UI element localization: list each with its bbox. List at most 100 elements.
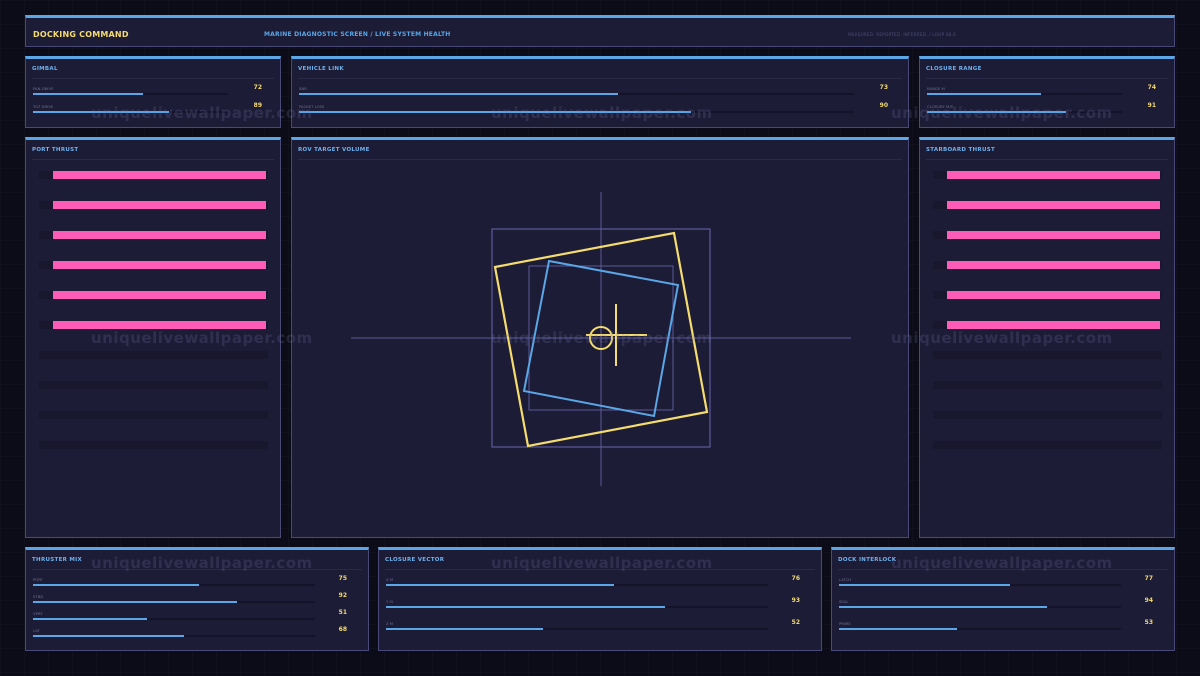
metric-value: 94	[1144, 597, 1153, 604]
metric-fill-bar	[33, 584, 200, 586]
thrust-level-bar	[53, 231, 266, 239]
gimbal-panel: GIMBAL PAN DRIVE 72 TILT DRIVE 89	[25, 56, 281, 128]
panel-title: GIMBAL	[32, 66, 58, 72]
rov-target-panel: ROV TARGET VOLUME	[291, 137, 909, 538]
metric-row: SEAL 94	[839, 597, 1153, 611]
panel-title: CLOSURE RANGE	[926, 66, 982, 72]
metric-value: 74	[1147, 84, 1156, 91]
metric-track	[33, 601, 315, 603]
metric-fill-bar	[299, 111, 692, 113]
metric-label: PAN DRIVE	[33, 86, 54, 91]
thruster-mix-panel: THRUSTER MIX PORT 75 STBD 92 VERT 51 LAT 68	[25, 547, 369, 651]
metric-track	[33, 635, 315, 637]
metric-label: STBD	[33, 594, 44, 599]
thrust-level-bar	[947, 291, 1160, 299]
closure-vector-panel: CLOSURE VECTOR X M 76 Y M 93 Z M 52	[378, 547, 822, 651]
thrust-slot	[933, 351, 1162, 359]
dock-interlock-panel: DOCK INTERLOCK LATCH 77 SEAL 94 PRIME 53	[831, 547, 1175, 651]
thrust-slot	[933, 291, 1162, 299]
thrust-level-bar	[947, 171, 1160, 179]
metric-label: SEAL	[839, 599, 849, 604]
metric-track	[927, 111, 1122, 113]
metric-track	[33, 111, 228, 113]
header-bar: DOCKING COMMAND MARINE DIAGNOSTIC SCREEN…	[25, 15, 1175, 47]
metric-track	[33, 93, 228, 95]
metric-row: PORT 75	[33, 575, 347, 589]
metric-label: TILT DRIVE	[33, 104, 54, 109]
metric-fill-bar	[33, 93, 144, 95]
metric-track	[839, 628, 1121, 630]
metric-value: 76	[791, 575, 800, 582]
thrust-slot	[933, 381, 1162, 389]
metric-row: PACKET LOSS 90	[299, 102, 888, 116]
panel-title: PORT THRUST	[32, 147, 79, 153]
metric-value: 91	[1147, 102, 1156, 109]
divider	[298, 78, 902, 79]
starboard-thrust-panel: STARBOARD THRUST	[919, 137, 1175, 538]
divider	[32, 569, 362, 570]
metric-track	[386, 584, 768, 586]
metric-value: 72	[253, 84, 262, 91]
thrust-slot	[933, 411, 1162, 419]
thrust-slot	[39, 351, 268, 359]
metric-label: VERT	[33, 611, 43, 616]
closure-range-panel: CLOSURE RANGE RANGE M 74 CLOSURE M/S 91	[919, 56, 1175, 128]
metric-value: 77	[1144, 575, 1153, 582]
metric-track	[386, 606, 768, 608]
metric-fill-bar	[386, 606, 665, 608]
thrust-slot	[39, 441, 268, 449]
metric-fill-bar	[33, 601, 237, 603]
metric-track	[33, 618, 315, 620]
panel-title: DOCK INTERLOCK	[838, 557, 897, 563]
metric-track	[386, 628, 768, 630]
metric-label: LAT	[33, 628, 40, 633]
metric-label: Z M	[386, 621, 394, 626]
metric-track	[299, 93, 854, 95]
thrust-slot	[933, 231, 1162, 239]
metric-fill-bar	[839, 584, 1010, 586]
app-title: DOCKING COMMAND	[33, 30, 129, 39]
divider	[32, 159, 274, 160]
metric-label: LATCH	[839, 577, 852, 582]
thrust-slot	[933, 441, 1162, 449]
thrust-slot	[39, 231, 268, 239]
metric-row: CLOSURE M/S 91	[927, 102, 1156, 116]
panel-title: STARBOARD THRUST	[926, 147, 996, 153]
metric-row: PAN DRIVE 72	[33, 84, 262, 98]
metric-label: PORT	[33, 577, 43, 582]
port-thrust-panel: PORT THRUST	[25, 137, 281, 538]
thrust-level-bar	[947, 261, 1160, 269]
thrust-slot	[933, 261, 1162, 269]
thrust-level-bar	[947, 201, 1160, 209]
metric-value: 89	[253, 102, 262, 109]
metric-row: PRIME 53	[839, 619, 1153, 633]
metric-label: X M	[386, 577, 394, 582]
thrust-slot	[39, 411, 268, 419]
screen-subtitle: MARINE DIAGNOSTIC SCREEN / LIVE SYSTEM H…	[264, 31, 451, 38]
metric-track	[33, 584, 315, 586]
metric-row: LAT 68	[33, 626, 347, 640]
metric-value: 75	[338, 575, 347, 582]
target-volume-display	[351, 192, 851, 486]
thrust-level-bar	[53, 291, 266, 299]
divider	[385, 569, 815, 570]
header-meta: MEASURED. REPORTED. INFERRED. / LOOP 88.…	[848, 32, 957, 37]
thrust-slot	[39, 171, 268, 179]
metric-track	[927, 93, 1122, 95]
thrust-level-bar	[53, 261, 266, 269]
panel-title: VEHICLE LINK	[298, 66, 344, 72]
metric-label: CLOSURE M/S	[927, 104, 954, 109]
thrust-slot	[39, 381, 268, 389]
divider	[32, 78, 274, 79]
thrust-level-bar	[53, 321, 266, 329]
thrust-level-bar	[53, 201, 266, 209]
metric-fill-bar	[33, 635, 184, 637]
vehicle-link-panel: VEHICLE LINK SNR 73 PACKET LOSS 90	[291, 56, 909, 128]
metric-row: SNR 73	[299, 84, 888, 98]
divider	[838, 569, 1168, 570]
metric-fill-bar	[33, 111, 170, 113]
metric-row: STBD 92	[33, 592, 347, 606]
metric-fill-bar	[386, 628, 543, 630]
thrust-slot	[39, 201, 268, 209]
thrust-level-bar	[947, 321, 1160, 329]
